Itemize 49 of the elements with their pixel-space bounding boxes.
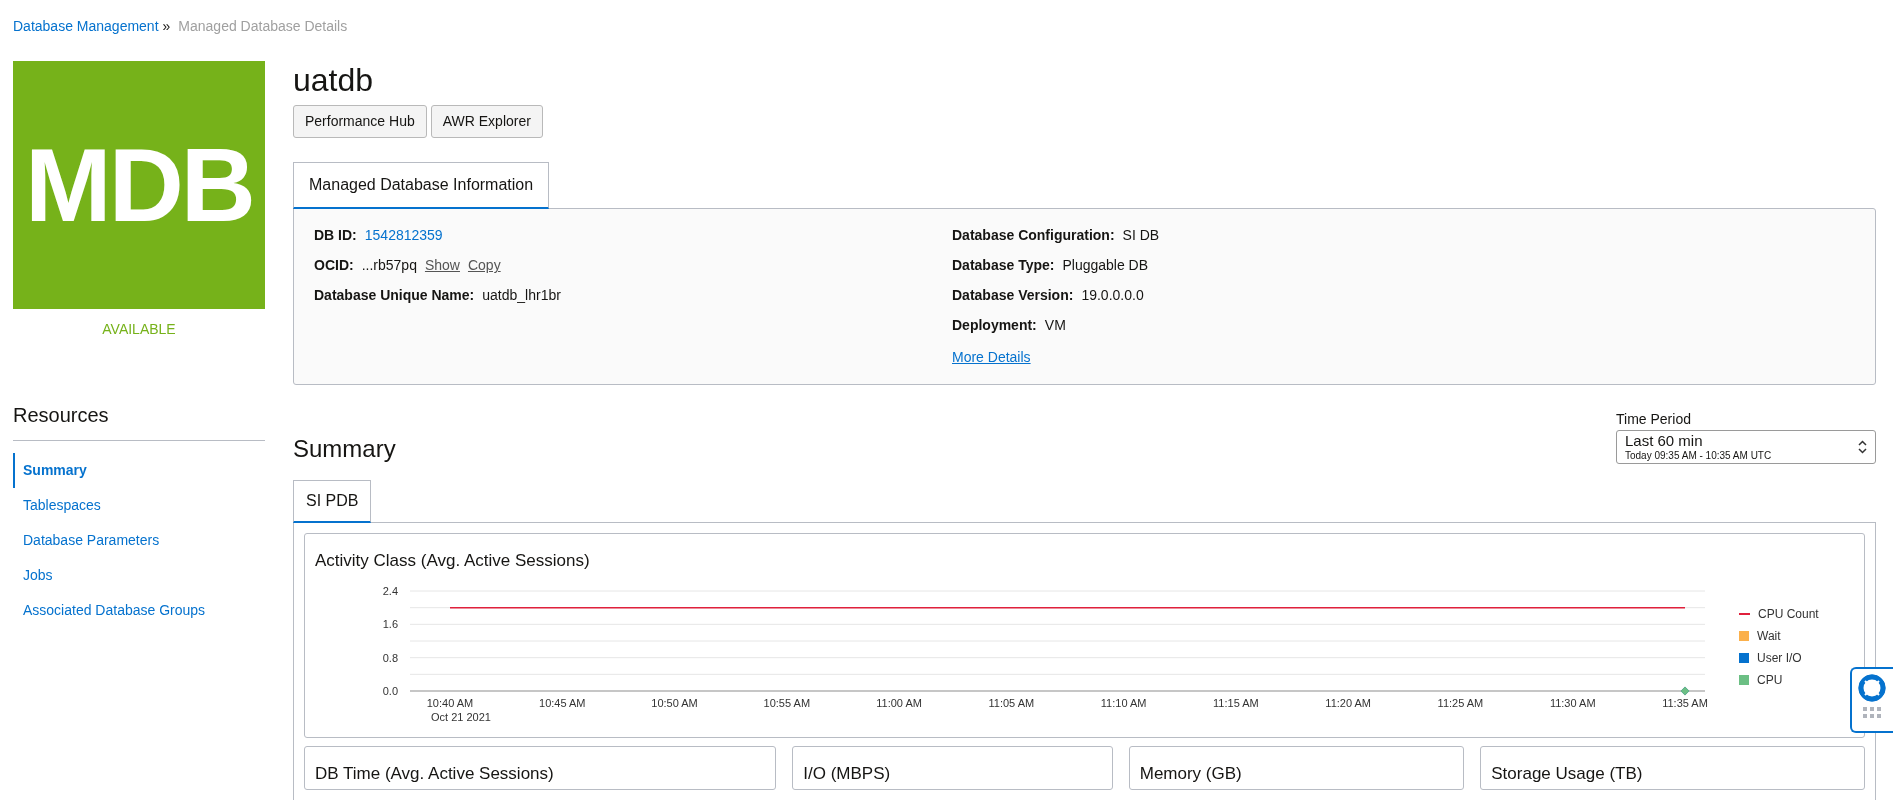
- y-tick-label: 1.6: [382, 618, 398, 631]
- y-tick-label: 2.4: [382, 585, 398, 598]
- breadcrumb-separator: »: [162, 17, 171, 36]
- x-tick-label: 11:25 AM: [1437, 697, 1484, 710]
- legend-label: CPU Count: [1758, 606, 1819, 624]
- legend-label: User I/O: [1757, 650, 1802, 668]
- breadcrumb-current: Managed Database Details: [178, 17, 348, 36]
- field-label: OCID:: [314, 257, 354, 275]
- field-value: 19.0.0.0.0: [1081, 287, 1144, 305]
- resources-heading: Resources: [13, 400, 265, 441]
- logo-tile: MDB: [13, 61, 265, 309]
- select-detail: Today 09:35 AM - 10:35 AM UTC: [1625, 449, 1772, 461]
- field-label: DB ID:: [314, 227, 357, 245]
- field-label: Database Configuration:: [952, 227, 1115, 245]
- legend-label: Wait: [1757, 628, 1781, 646]
- date-label: Oct 21 2021: [431, 711, 491, 724]
- field-value: uatdb_lhr1br: [482, 287, 561, 305]
- x-tick-label: 11:15 AM: [1213, 697, 1259, 710]
- y-tick-label: 0.8: [382, 652, 398, 665]
- field-value: SI DB: [1122, 227, 1160, 245]
- x-tick-label: 10:40 AM: [426, 697, 474, 710]
- x-tick-label: 11:30 AM: [1549, 697, 1596, 710]
- field-label: Deployment:: [952, 317, 1037, 335]
- field-value: Pluggable DB: [1062, 257, 1149, 275]
- legend-label: CPU: [1757, 672, 1783, 690]
- x-tick-label: 11:00 AM: [876, 697, 922, 710]
- x-tick-label: 10:45 AM: [539, 697, 586, 710]
- x-tick-label: 11:05 AM: [988, 697, 1035, 710]
- y-tick-label: 0.0: [382, 685, 398, 698]
- database-title: uatdb: [293, 61, 375, 100]
- field-label: Database Unique Name:: [314, 287, 475, 305]
- x-tick-label: 11:10 AM: [1100, 697, 1147, 710]
- card-title: Memory (GB): [1139, 763, 1243, 786]
- x-tick-label: 10:55 AM: [763, 697, 811, 710]
- card-title: I/O (MBPS): [803, 763, 892, 786]
- x-tick-label: 11:35 AM: [1662, 697, 1708, 710]
- status-label: AVAILABLE: [101, 320, 177, 339]
- field-label: Database Version:: [952, 287, 1074, 305]
- chart-title: Activity Class (Avg. Active Sessions): [315, 549, 591, 572]
- time-period-label: Time Period: [1616, 410, 1692, 430]
- x-tick-label: 11:20 AM: [1325, 697, 1371, 710]
- field-label: Database Type:: [952, 257, 1055, 275]
- card-title: Storage Usage (TB): [1491, 763, 1644, 786]
- field-value: VM: [1044, 317, 1066, 335]
- x-tick-label: 10:50 AM: [651, 697, 698, 710]
- field-value: ...rb57pq: [361, 257, 417, 275]
- select-value: Last 60 min: [1625, 433, 1704, 450]
- card-title: DB Time (Avg. Active Sessions): [315, 763, 555, 786]
- summary-heading: Summary: [293, 435, 396, 464]
